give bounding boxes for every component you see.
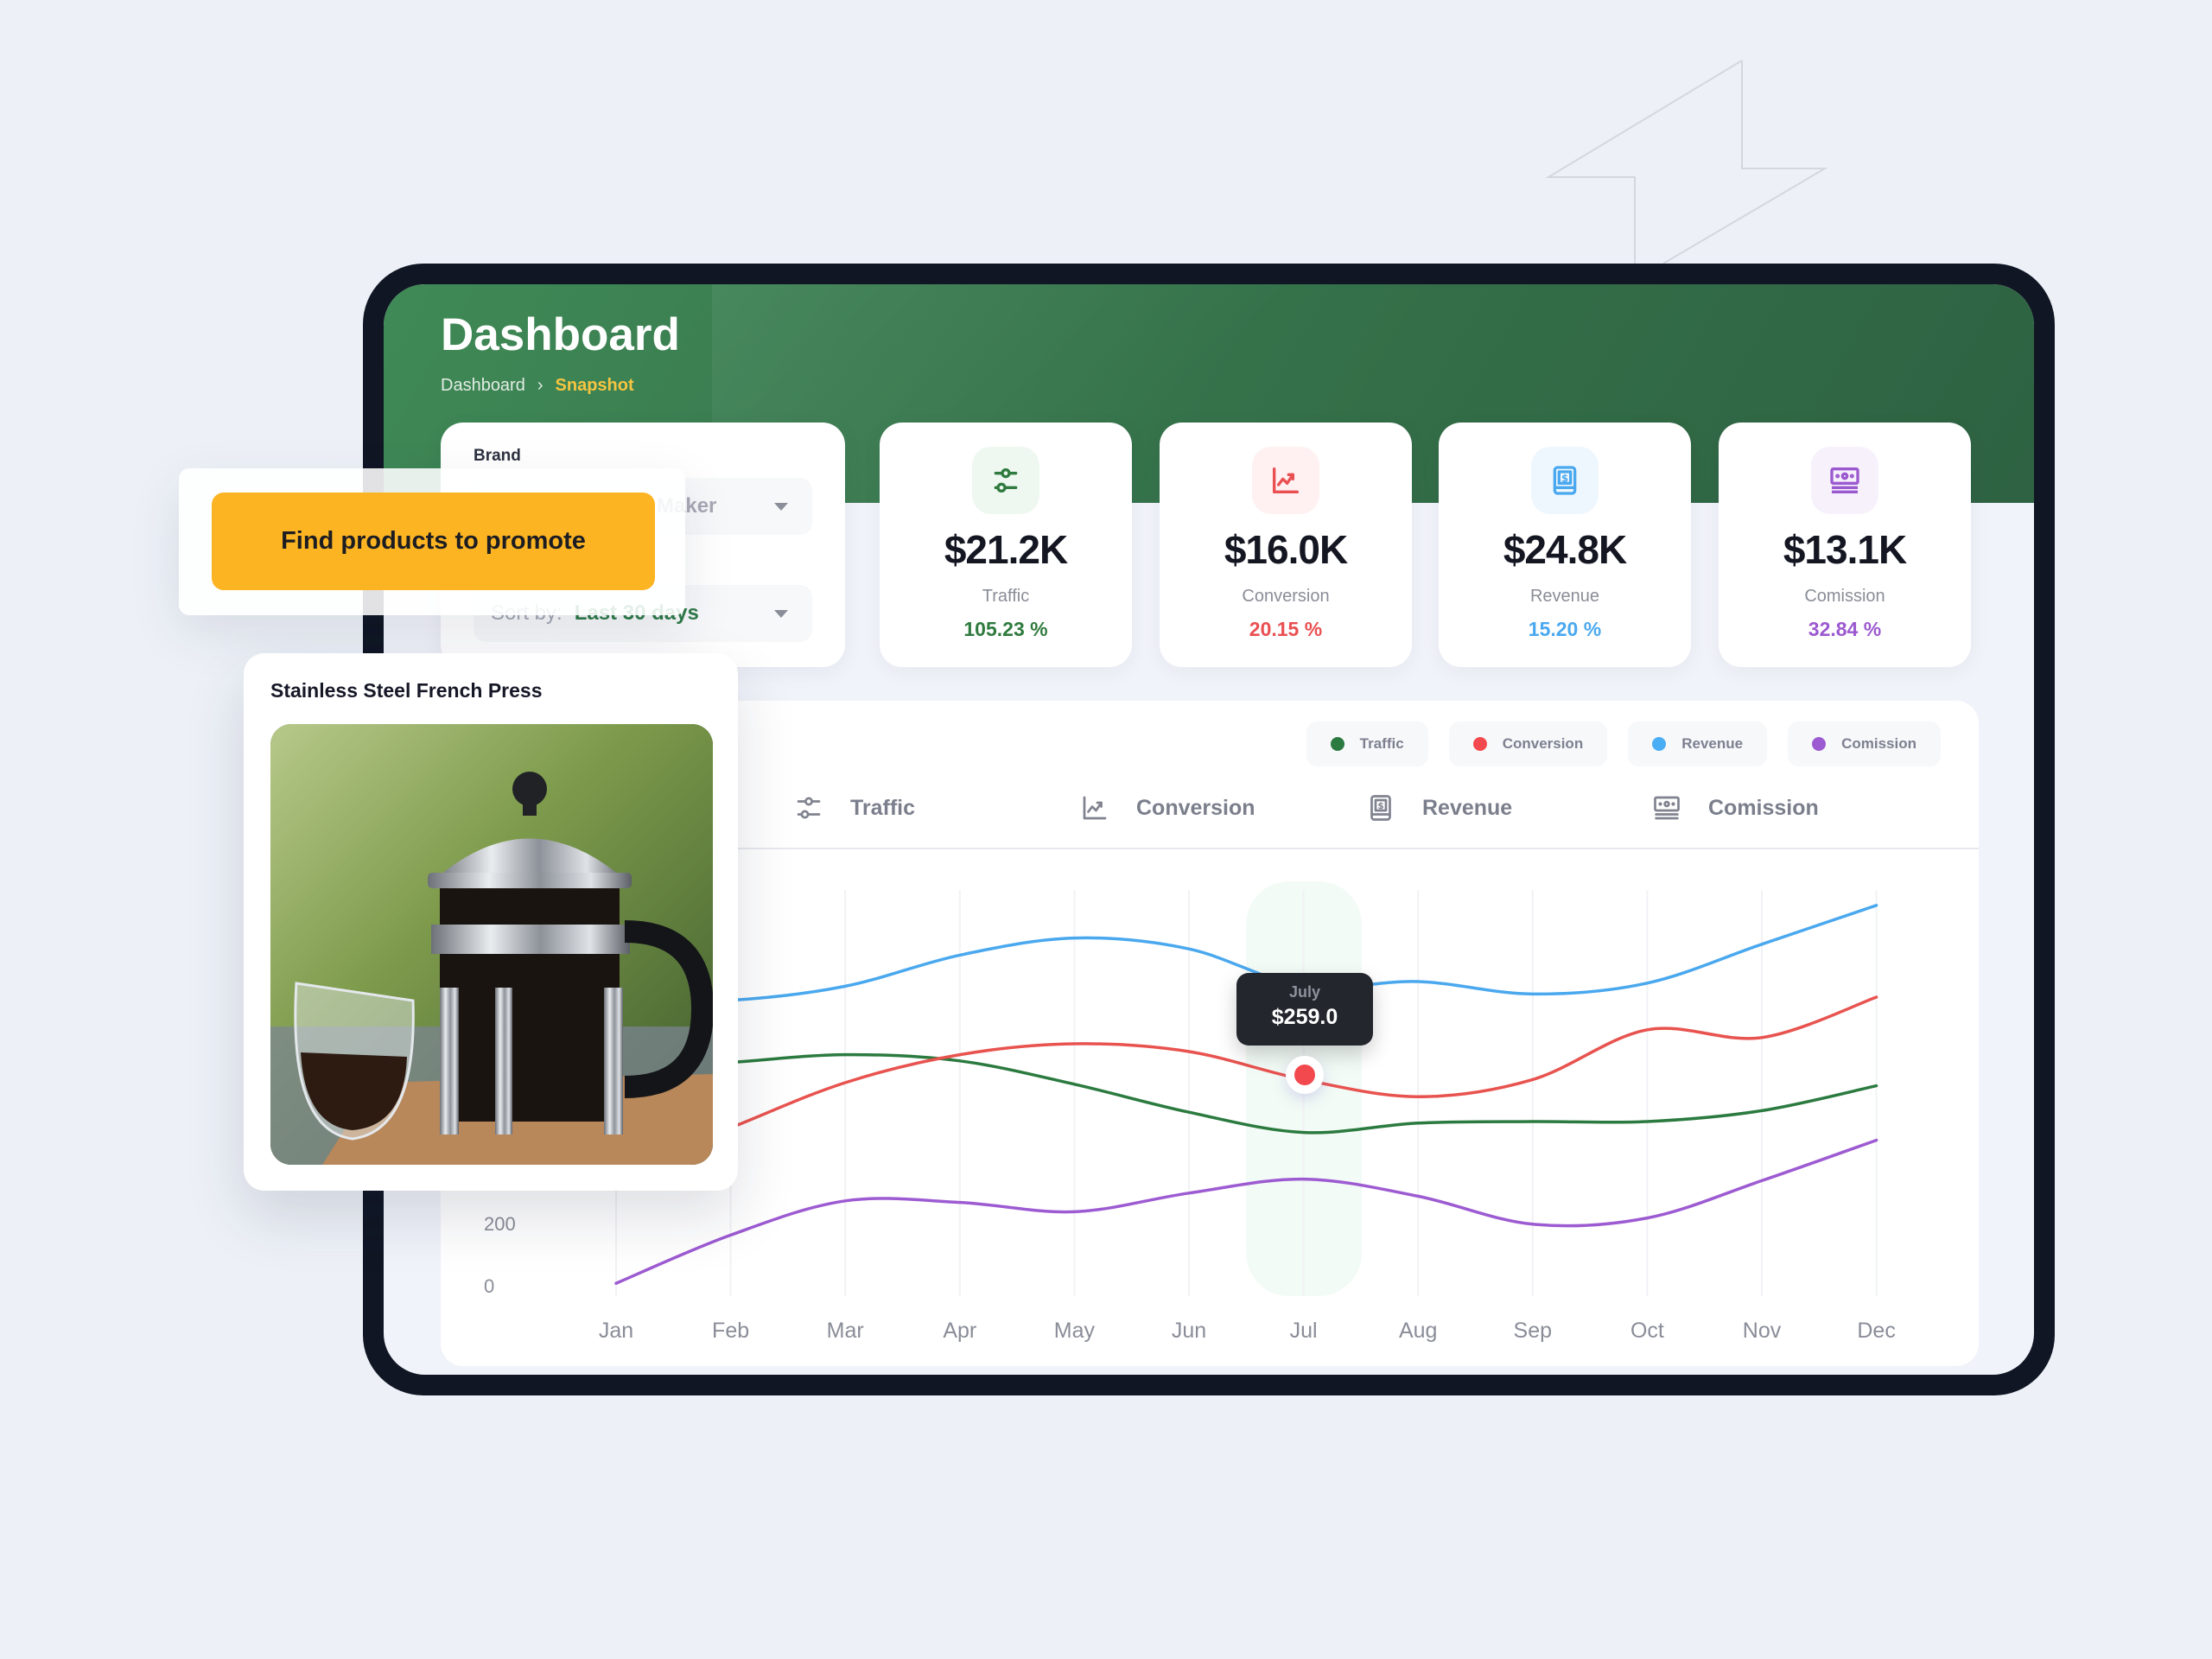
x-tick-label: Oct: [1630, 1319, 1664, 1343]
chart-tooltip: July $259.0: [1236, 973, 1373, 1046]
x-tick-label: Aug: [1399, 1319, 1437, 1343]
x-tick-label: Jan: [599, 1319, 633, 1343]
product-title: Stainless Steel French Press: [270, 679, 543, 702]
product-image: [270, 724, 713, 1165]
x-tick-label: Jul: [1290, 1319, 1318, 1343]
tooltip-label: July: [1288, 983, 1321, 1001]
x-tick-label: Sep: [1514, 1319, 1552, 1343]
x-tick-label: May: [1054, 1319, 1096, 1343]
french-press-illustration: [270, 724, 713, 1165]
x-tick-label: Feb: [712, 1319, 749, 1343]
x-tick-label: Dec: [1857, 1319, 1895, 1343]
x-tick-label: Nov: [1743, 1319, 1782, 1343]
y-tick-label: 0: [484, 1275, 494, 1297]
x-tick-label: Jun: [1172, 1319, 1206, 1343]
tooltip-point-marker[interactable]: [1286, 1056, 1324, 1094]
find-products-button[interactable]: Find products to promote: [212, 493, 655, 590]
product-card[interactable]: Stainless Steel French Press: [244, 653, 738, 1191]
x-tick-label: Apr: [943, 1319, 976, 1343]
x-tick-label: Mar: [827, 1319, 864, 1343]
tooltip-value: $259.0: [1271, 1005, 1338, 1029]
y-tick-label: 200: [484, 1213, 516, 1235]
